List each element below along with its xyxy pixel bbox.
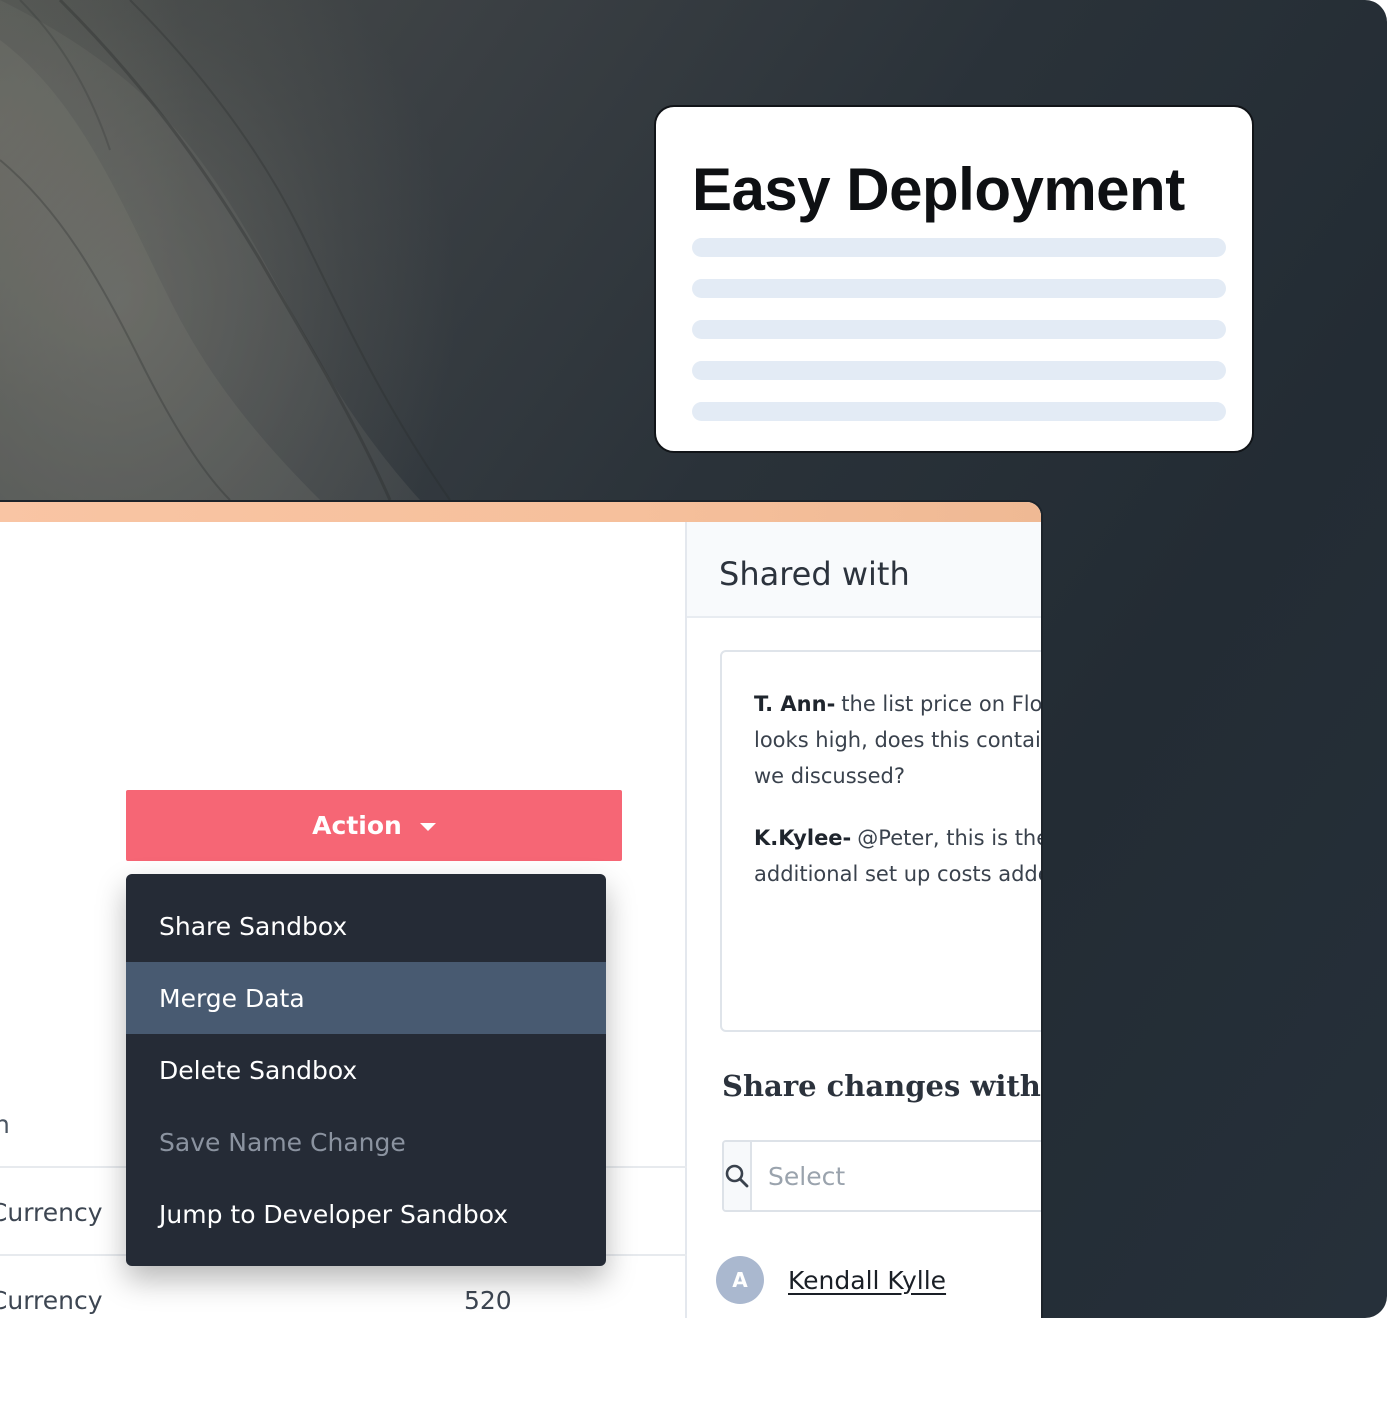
comment-line: we discussed? xyxy=(754,764,906,788)
comment-line: looks high, does this contai xyxy=(754,728,1041,752)
placeholder-text-line xyxy=(692,361,1226,380)
screen: Easy Deployment Action tion , Currency .… xyxy=(0,0,1387,1423)
menu-item-save-name-change: Save Name Change xyxy=(159,1127,406,1157)
table-row: , Currency xyxy=(0,1198,111,1228)
select-input[interactable] xyxy=(752,1142,1041,1210)
avatar: A xyxy=(716,1256,764,1304)
comment-line: K.Kylee- @Peter, this is the xyxy=(754,826,1043,850)
search-icon[interactable] xyxy=(724,1142,752,1210)
panel-title: Shared with xyxy=(719,555,910,593)
table-column-header: tion xyxy=(0,1110,28,1140)
user-name-link[interactable]: Kendall Kylle xyxy=(788,1266,946,1295)
placeholder-text-line xyxy=(692,238,1226,257)
action-dropdown-menu: Share Sandbox Merge Data Delete Sandbox … xyxy=(126,874,606,1266)
comment-line: additional set up costs adde xyxy=(754,862,1043,886)
table-cell-type: , Currency xyxy=(0,1198,103,1227)
comment: K.Kylee- @Peter, this is the additional s… xyxy=(754,820,1043,892)
comment: T. Ann-the list price on Flo looks high,… xyxy=(754,686,1043,794)
table-cell-type: . Currency xyxy=(0,1286,103,1315)
window-title-bar xyxy=(0,502,1041,522)
comment-author: T. Ann- xyxy=(754,692,836,716)
table-cell-value: 520 xyxy=(464,1286,512,1315)
share-changes-heading: Share changes with xyxy=(722,1069,1041,1103)
shared-user-item[interactable]: A Kendall Kylle xyxy=(716,1256,946,1304)
action-button[interactable]: Action xyxy=(126,790,622,861)
feature-title: Easy Deployment xyxy=(692,156,1185,223)
easy-deployment-card: Easy Deployment xyxy=(654,105,1254,453)
placeholder-text-line xyxy=(692,402,1226,421)
menu-item-delete-sandbox[interactable]: Delete Sandbox xyxy=(126,1034,606,1106)
action-button-label: Action xyxy=(312,811,402,840)
placeholder-text-line xyxy=(692,279,1226,298)
table-row: . Currency xyxy=(0,1286,111,1316)
shared-with-panel: Shared with T. Ann-the list price on Flo… xyxy=(687,522,1043,1318)
panel-header: Shared with xyxy=(687,522,1041,618)
share-user-select[interactable] xyxy=(722,1140,1041,1212)
menu-item-jump-to-developer-sandbox[interactable]: Jump to Developer Sandbox xyxy=(126,1178,606,1250)
comments-box[interactable]: T. Ann-the list price on Flo looks high,… xyxy=(720,650,1043,1032)
menu-item-merge-data[interactable]: Merge Data xyxy=(126,962,606,1034)
comment-author: K.Kylee- xyxy=(754,826,852,850)
comment-line: T. Ann-the list price on Flo xyxy=(754,692,1043,716)
menu-item-share-sandbox[interactable]: Share Sandbox xyxy=(126,890,606,962)
chevron-down-icon xyxy=(419,822,436,831)
placeholder-text-line xyxy=(692,320,1226,339)
